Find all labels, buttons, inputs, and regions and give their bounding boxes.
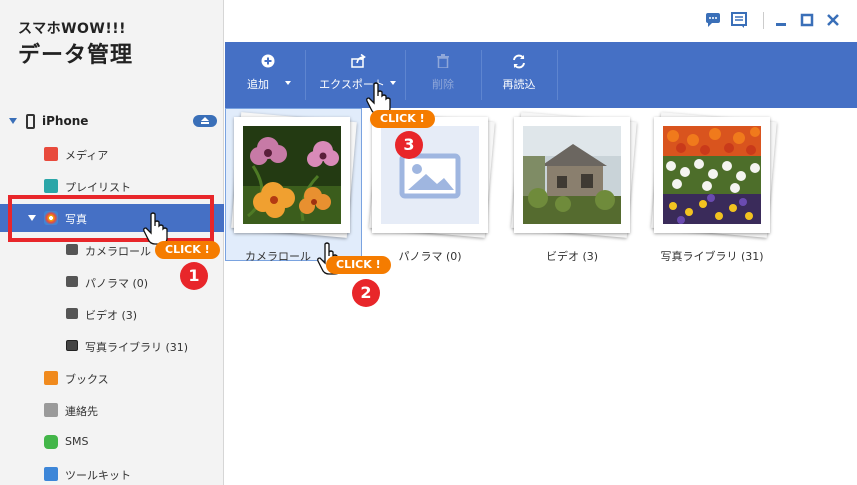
toolbar-divider xyxy=(405,50,406,100)
device-row[interactable]: iPhone xyxy=(0,111,224,133)
sidebar-item-media[interactable]: メディア xyxy=(0,140,224,168)
app-title-top: スマホWOW!!! xyxy=(18,21,127,37)
sidebar-item-toolkit[interactable]: ツールキット xyxy=(0,460,224,485)
sidebar-item-contacts[interactable]: 連絡先 xyxy=(0,396,224,424)
sidebar-item-label: カメラロール xyxy=(85,245,151,258)
sidebar-item-label: ブックス xyxy=(65,373,109,386)
sidebar-item-label: SMS xyxy=(65,435,89,448)
click-callout: CLICK ! xyxy=(326,256,391,274)
album-frame xyxy=(654,117,770,233)
flowerbed-thumbnail xyxy=(663,126,761,224)
toolbar-divider xyxy=(557,50,558,100)
step-number-2: 2 xyxy=(352,279,380,307)
sidebar-item-sms[interactable]: SMS xyxy=(0,428,224,456)
toolkit-icon xyxy=(44,467,58,481)
device-name: iPhone xyxy=(42,114,89,128)
title-bar xyxy=(225,0,857,42)
camera-icon xyxy=(66,308,78,319)
camera-icon xyxy=(66,276,78,287)
refresh-label: 再読込 xyxy=(502,78,536,91)
sidebar-item-label: プレイリスト xyxy=(65,181,131,194)
sidebar-item-video[interactable]: ビデオ (3) xyxy=(0,300,224,328)
trash-icon xyxy=(437,54,449,68)
sms-icon xyxy=(44,435,58,449)
close-icon[interactable] xyxy=(825,12,841,28)
camera-icon xyxy=(66,244,78,255)
refresh-icon xyxy=(513,54,525,69)
toolbar-divider xyxy=(481,50,482,100)
eject-icon[interactable] xyxy=(193,115,217,127)
collapse-triangle-icon[interactable] xyxy=(9,118,17,124)
flowers-thumbnail xyxy=(243,126,341,224)
delete-label: 削除 xyxy=(432,78,454,91)
album-frame xyxy=(234,117,350,233)
sidebar-item-label: 連絡先 xyxy=(65,405,98,418)
sidebar-item-label: ツールキット xyxy=(65,469,131,482)
sidebar-item-photo-library[interactable]: 写真ライブラリ (31) xyxy=(0,332,224,360)
click-callout: CLICK ! xyxy=(370,110,435,128)
playlist-icon xyxy=(44,179,58,193)
book-icon xyxy=(44,371,58,385)
phone-icon xyxy=(26,114,35,129)
music-icon xyxy=(44,147,58,161)
minimize-icon[interactable] xyxy=(773,12,789,28)
add-icon xyxy=(261,54,275,68)
sidebar-item-label: 写真ライブラリ (31) xyxy=(85,341,189,354)
image-icon xyxy=(66,340,78,351)
add-button[interactable]: 追加 xyxy=(235,42,301,108)
sidebar-item-label: メディア xyxy=(65,149,109,162)
highlight-box xyxy=(8,195,214,242)
step-number-1: 1 xyxy=(180,262,208,290)
refresh-button[interactable]: 再読込 xyxy=(489,42,549,108)
title-bar-divider xyxy=(763,12,764,29)
delete-button[interactable]: 削除 xyxy=(413,42,473,108)
app-logo: スマホWOW!!! データ管理 xyxy=(18,18,133,69)
app-title-main: データ管理 xyxy=(18,43,134,68)
step-number-3: 3 xyxy=(395,131,423,159)
chat-icon[interactable] xyxy=(705,12,721,28)
album-caption: ビデオ (3) xyxy=(545,250,599,263)
house-thumbnail xyxy=(523,126,621,224)
sidebar-item-label: パノラマ (0) xyxy=(85,277,149,290)
maximize-icon[interactable] xyxy=(799,12,815,28)
click-callout: CLICK ! xyxy=(155,241,220,259)
contacts-icon xyxy=(44,403,58,417)
add-dropdown-icon[interactable] xyxy=(285,81,291,85)
export-icon xyxy=(351,54,366,68)
toolbar: 追加 エクスポート 削除 再読込 xyxy=(225,42,857,108)
sidebar-item-label: ビデオ (3) xyxy=(85,309,138,322)
album-caption: 写真ライブラリ (31) xyxy=(660,250,764,263)
add-label: 追加 xyxy=(247,78,269,91)
sidebar-item-books[interactable]: ブックス xyxy=(0,364,224,392)
feedback-icon[interactable] xyxy=(731,12,747,28)
album-frame xyxy=(514,117,630,233)
album-frame xyxy=(372,117,488,233)
toolbar-divider xyxy=(305,50,306,100)
